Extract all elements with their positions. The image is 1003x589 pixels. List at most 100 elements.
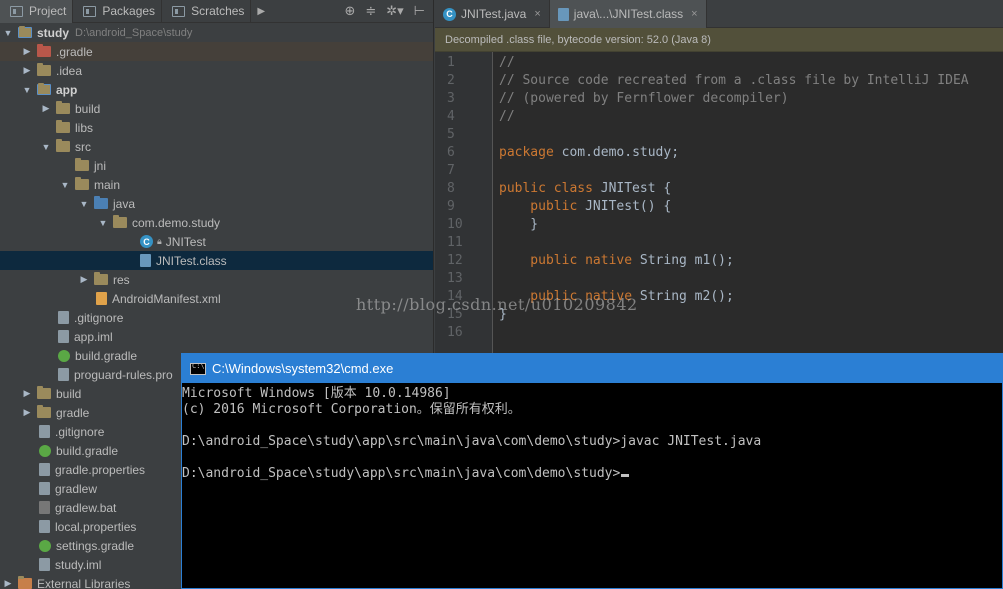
excluded-folder-icon	[37, 44, 51, 57]
bat-file-icon	[39, 501, 50, 514]
gradle-icon	[58, 349, 70, 362]
line-number: 5	[447, 127, 455, 142]
collapsed-arrow-icon[interactable]: ▶	[21, 407, 33, 418]
tree-item-java[interactable]: ▼ java	[0, 194, 433, 213]
tree-label: build.gradle	[56, 443, 119, 458]
tree-label: JNITest.class	[156, 253, 227, 268]
editor-tabs: C JNITest.java × java\...\JNITest.class …	[435, 0, 1003, 28]
tree-label: app	[56, 82, 78, 97]
tree-item-idea[interactable]: ▶ .idea	[0, 61, 433, 80]
cmd-console[interactable]: Microsoft Windows [版本 10.0.14986] (c) 20…	[182, 383, 1002, 482]
close-icon[interactable]: ×	[691, 8, 697, 20]
tab-label: Scratches	[191, 4, 245, 18]
tree-label: study.iml	[55, 557, 102, 572]
tree-item-main[interactable]: ▼ main	[0, 175, 433, 194]
code-line: // (powered by Fernflower decompiler)	[499, 90, 1003, 108]
tree-label: local.properties	[55, 519, 137, 534]
tree-label: JNITest	[165, 234, 206, 249]
cmd-title: C:\Windows\system32\cmd.exe	[212, 361, 394, 376]
folder-icon	[56, 139, 70, 152]
text-file-icon	[58, 368, 69, 381]
line-number: 8	[447, 181, 455, 196]
editor-tab-jnitest-java[interactable]: C JNITest.java ×	[435, 0, 550, 28]
cmd-window[interactable]: C:\Windows\system32\cmd.exe Microsoft Wi…	[181, 353, 1003, 589]
tree-item-libs[interactable]: libs	[0, 118, 433, 137]
line-number: 4	[447, 109, 455, 124]
line-number: 9	[447, 199, 455, 214]
line-number: 10	[447, 217, 463, 232]
tree-label: AndroidManifest.xml	[112, 291, 221, 306]
tree-item-app-iml[interactable]: app.iml	[0, 327, 433, 346]
scratches-icon	[172, 5, 186, 17]
expanded-arrow-icon[interactable]: ▼	[78, 199, 90, 209]
class-file-icon	[557, 7, 569, 21]
line-number: 11	[447, 235, 463, 250]
collapse-icon[interactable]: ≑	[365, 3, 376, 19]
code-line: }	[499, 216, 1003, 234]
tree-item-package[interactable]: ▼ com.demo.study	[0, 213, 433, 232]
collapsed-arrow-icon[interactable]: ▶	[78, 274, 90, 285]
tree-label: libs	[75, 120, 94, 135]
collapsed-arrow-icon[interactable]: ▶	[21, 46, 33, 57]
collapsed-arrow-icon[interactable]: ▶	[2, 578, 14, 589]
source-folder-icon	[94, 196, 108, 209]
editor-tab-jnitest-class[interactable]: java\...\JNITest.class ×	[549, 0, 707, 28]
collapsed-arrow-icon[interactable]: ▶	[21, 65, 33, 76]
hide-icon[interactable]: ⊢	[414, 3, 425, 19]
tree-item-jnitest-java[interactable]: C 🔒︎ JNITest	[0, 232, 433, 251]
tree-item-src[interactable]: ▼ src	[0, 137, 433, 156]
tree-item-jnitest-class[interactable]: JNITest.class	[0, 251, 433, 270]
tree-label: .gradle	[56, 44, 93, 59]
text-file-icon	[39, 425, 50, 438]
tab-project[interactable]: Project	[0, 0, 74, 23]
text-file-icon	[58, 311, 69, 324]
line-number: 13	[447, 271, 463, 286]
expanded-arrow-icon[interactable]: ▼	[97, 218, 109, 228]
gear-icon[interactable]: ✲▾	[386, 3, 403, 19]
folder-icon	[56, 101, 70, 114]
decompiled-banner: Decompiled .class file, bytecode version…	[435, 28, 1003, 52]
expanded-arrow-icon[interactable]: ▼	[21, 85, 33, 95]
iml-file-icon	[58, 330, 69, 343]
folder-icon	[75, 158, 89, 171]
tab-packages[interactable]: Packages	[73, 0, 163, 23]
tree-root-study[interactable]: ▼ study D:\android_Space\study	[0, 23, 433, 42]
line-number: 2	[447, 73, 455, 88]
class-icon: C	[443, 7, 456, 21]
target-icon[interactable]: ⊕	[344, 3, 355, 19]
expanded-arrow-icon[interactable]: ▼	[40, 142, 52, 152]
keyword: public native	[499, 253, 633, 268]
libraries-icon	[18, 576, 32, 589]
expanded-arrow-icon[interactable]: ▼	[2, 28, 14, 38]
resource-folder-icon	[94, 272, 108, 285]
folder-icon	[37, 405, 51, 418]
tree-item-app-build[interactable]: ▶ build	[0, 99, 433, 118]
properties-file-icon	[39, 520, 50, 533]
tree-item-jni[interactable]: jni	[0, 156, 433, 175]
more-tabs-arrow-icon[interactable]: ▶	[251, 6, 271, 17]
packages-icon	[83, 5, 97, 17]
collapsed-arrow-icon[interactable]: ▶	[40, 103, 52, 114]
close-icon[interactable]: ×	[534, 8, 540, 20]
tree-item-res[interactable]: ▶ res	[0, 270, 433, 289]
code-line: package com.demo.study;	[499, 144, 1003, 162]
tree-label: app.iml	[74, 329, 113, 344]
console-prompt-line[interactable]: D:\android_Space\study\app\src\main\java…	[182, 466, 1002, 482]
folder-icon	[37, 63, 51, 76]
cmd-title-bar[interactable]: C:\Windows\system32\cmd.exe	[182, 354, 1002, 383]
expanded-arrow-icon[interactable]: ▼	[59, 180, 71, 190]
gradle-icon	[39, 444, 51, 457]
tree-item-app[interactable]: ▼ app	[0, 80, 433, 99]
tab-scratches[interactable]: Scratches	[162, 0, 252, 23]
collapsed-arrow-icon[interactable]: ▶	[21, 388, 33, 399]
code-text: JNITest() {	[577, 199, 672, 214]
tree-item-gradle-dir[interactable]: ▶ .gradle	[0, 42, 433, 61]
comment: // (powered by Fernflower decompiler)	[499, 91, 789, 106]
comment: //	[499, 55, 515, 70]
